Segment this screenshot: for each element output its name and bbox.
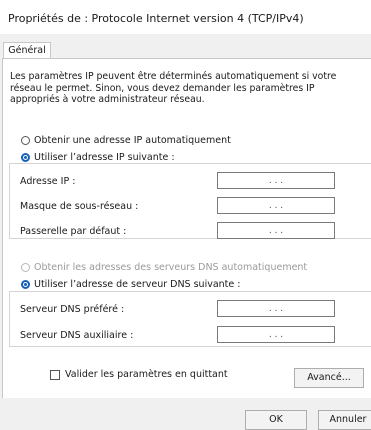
ip-auto-radio[interactable]	[21, 135, 30, 145]
ok-button[interactable]: OK	[245, 410, 307, 430]
tab-strip: Général	[0, 34, 371, 60]
dialog-footer: OK Annuler	[0, 398, 371, 430]
ip-address-input[interactable]: . . .	[217, 172, 335, 189]
cancel-button[interactable]: Annuler	[318, 410, 371, 430]
window-title: Propriétés de : Protocole Internet versi…	[8, 12, 304, 25]
ip-auto-label: Obtenir une adresse IP automatiquement	[34, 134, 231, 146]
preferred-dns-label: Serveur DNS préféré :	[20, 304, 125, 315]
ip-fields-group: Adresse IP : . . . Masque de sous-réseau…	[9, 163, 371, 239]
dns-manual-radio[interactable]	[21, 279, 30, 289]
alternate-dns-label: Serveur DNS auxiliaire :	[20, 330, 134, 341]
alternate-dns-input[interactable]: . . .	[217, 326, 335, 343]
dns-auto-option[interactable]: Obtenir les adresses des serveurs DNS au…	[21, 260, 307, 274]
dns-manual-label: Utiliser l’adresse de serveur DNS suivan…	[34, 278, 241, 290]
ip-address-label: Adresse IP :	[20, 176, 76, 187]
preferred-dns-input[interactable]: . . .	[217, 300, 335, 317]
dns-auto-radio[interactable]	[21, 262, 30, 272]
general-panel: Les paramètres IP peuvent être déterminé…	[2, 58, 371, 398]
advanced-button[interactable]: Avancé...	[294, 368, 364, 388]
dns-fields-group: Serveur DNS préféré : . . . Serveur DNS …	[9, 291, 371, 347]
ip-manual-label: Utiliser l’adresse IP suivante :	[34, 151, 175, 163]
dns-auto-label: Obtenir les adresses des serveurs DNS au…	[34, 261, 308, 273]
ip-manual-radio[interactable]	[21, 152, 30, 162]
validate-on-exit-option[interactable]: Valider les paramètres en quittant	[50, 369, 228, 380]
default-gateway-label: Passerelle par défaut :	[20, 226, 127, 237]
subnet-mask-label: Masque de sous-réseau :	[20, 201, 139, 212]
description-text: Les paramètres IP peuvent être déterminé…	[10, 71, 337, 105]
dns-manual-option[interactable]: Utiliser l’adresse de serveur DNS suivan…	[21, 277, 240, 291]
ip-auto-option[interactable]: Obtenir une adresse IP automatiquement	[21, 133, 231, 147]
title-bar: Propriétés de : Protocole Internet versi…	[0, 0, 371, 34]
validate-on-exit-checkbox[interactable]	[50, 369, 60, 380]
default-gateway-input[interactable]: . . .	[217, 222, 335, 239]
validate-on-exit-label: Valider les paramètres en quittant	[65, 369, 228, 380]
ip-manual-option[interactable]: Utiliser l’adresse IP suivante :	[21, 150, 175, 164]
subnet-mask-input[interactable]: . . .	[217, 197, 335, 214]
